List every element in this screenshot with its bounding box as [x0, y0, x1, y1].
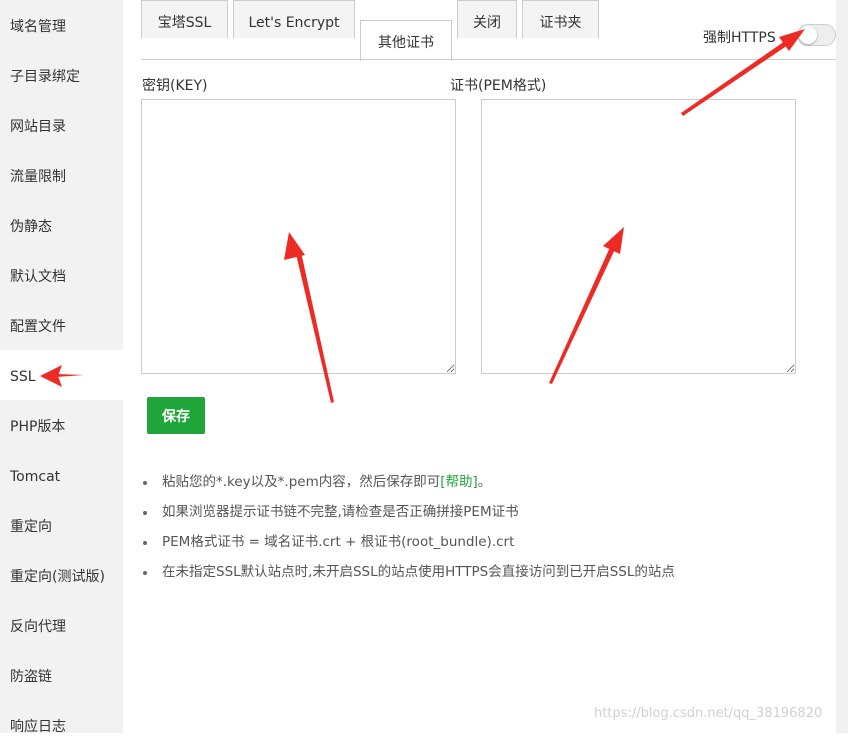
tab-certificate-folder[interactable]: 证书夹 — [522, 0, 599, 38]
sidebar-item-redirect-beta[interactable]: 重定向(测试版) — [0, 550, 123, 600]
note-text: 粘贴您的*.key以及*.pem内容，然后保存即可 — [162, 474, 441, 490]
sidebar-item-redirect[interactable]: 重定向 — [0, 500, 123, 550]
sidebar-item-default-document[interactable]: 默认文档 — [0, 250, 123, 300]
sidebar: 域名管理 子目录绑定 网站目录 流量限制 伪静态 默认文档 配置文件 SSL P… — [0, 0, 123, 735]
sidebar-item-hotlink-protection[interactable]: 防盗链 — [0, 650, 123, 700]
note-item: 在未指定SSL默认站点时,未开启SSL的站点使用HTTPS会直接访问到已开启SS… — [140, 557, 675, 587]
tabs-divider — [141, 59, 836, 60]
sidebar-item-php-version[interactable]: PHP版本 — [0, 400, 123, 450]
watermark: https://blog.csdn.net/qq_38196820 — [594, 706, 823, 721]
key-field-label: 密钥(KEY) — [142, 78, 208, 94]
force-https-toggle[interactable] — [797, 24, 836, 46]
cert-field-label: 证书(PEM格式) — [450, 78, 547, 94]
note-item: 如果浏览器提示证书链不完整,请检查是否正确拼接PEM证书 — [140, 497, 675, 527]
sidebar-item-ssl[interactable]: SSL — [0, 350, 123, 400]
toggle-knob — [799, 26, 817, 44]
sidebar-item-site-directory[interactable]: 网站目录 — [0, 100, 123, 150]
note-suffix: 。 — [477, 474, 492, 490]
sidebar-item-config-file[interactable]: 配置文件 — [0, 300, 123, 350]
sidebar-item-tomcat[interactable]: Tomcat — [0, 450, 123, 500]
force-https-label: 强制HTTPS — [703, 30, 776, 46]
note-item: 粘贴您的*.key以及*.pem内容，然后保存即可[帮助]。 — [140, 467, 675, 497]
tab-baota-ssl[interactable]: 宝塔SSL — [141, 0, 228, 38]
save-button[interactable]: 保存 — [147, 397, 205, 434]
tab-other-certificate[interactable]: 其他证书 — [360, 20, 452, 61]
sidebar-item-reverse-proxy[interactable]: 反向代理 — [0, 600, 123, 650]
key-textarea[interactable] — [141, 99, 456, 374]
help-notes-list: 粘贴您的*.key以及*.pem内容，然后保存即可[帮助]。 如果浏览器提示证书… — [140, 467, 675, 587]
tab-lets-encrypt[interactable]: Let's Encrypt — [233, 0, 355, 38]
cert-textarea[interactable] — [481, 99, 796, 374]
sidebar-item-traffic-limit[interactable]: 流量限制 — [0, 150, 123, 200]
note-item: PEM格式证书 = 域名证书.crt + 根证书(root_bundle).cr… — [140, 527, 675, 557]
tab-close[interactable]: 关闭 — [457, 0, 517, 38]
sidebar-item-rewrite[interactable]: 伪静态 — [0, 200, 123, 250]
sidebar-item-subdirectory-binding[interactable]: 子目录绑定 — [0, 50, 123, 100]
sidebar-item-response-log[interactable]: 响应日志 — [0, 700, 123, 750]
sidebar-item-domain-management[interactable]: 域名管理 — [0, 0, 123, 50]
help-link[interactable]: [帮助] — [440, 474, 478, 490]
scroll-gutter — [836, 0, 848, 733]
